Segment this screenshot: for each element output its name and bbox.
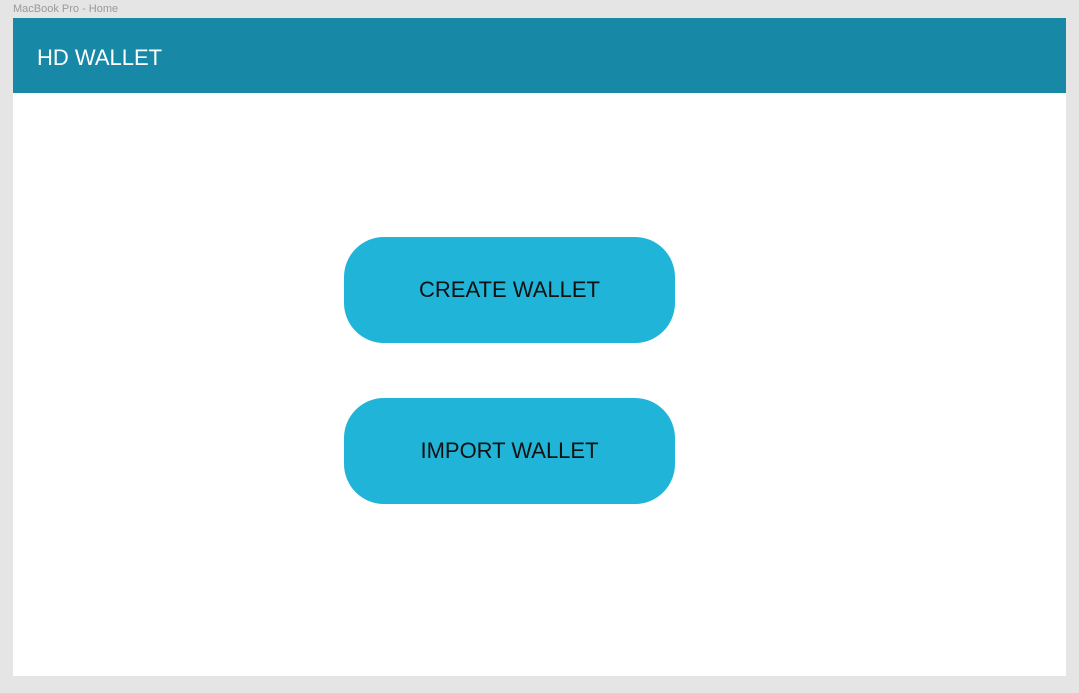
app-title: HD WALLET xyxy=(37,45,163,70)
import-wallet-button[interactable]: IMPORT WALLET xyxy=(344,398,675,504)
artboard-label: MacBook Pro - Home xyxy=(13,3,119,15)
app-frame: HD WALLET CREATE WALLET IMPORT WALLET xyxy=(13,18,1066,676)
app-header: HD WALLET xyxy=(13,18,1066,93)
create-wallet-label: CREATE WALLET xyxy=(419,277,600,302)
create-wallet-button[interactable]: CREATE WALLET xyxy=(344,237,675,343)
import-wallet-label: IMPORT WALLET xyxy=(420,438,599,463)
